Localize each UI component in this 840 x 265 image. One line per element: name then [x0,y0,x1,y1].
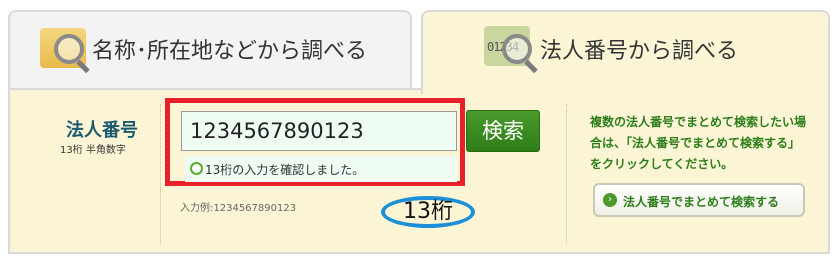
arrow-circle-icon: › [603,193,617,207]
bulk-search-description: 複数の法人番号でまとめて検索したい場合は、「法人番号でまとめて検索する」をクリッ… [590,115,807,171]
input-example: 入力例:1234567890123 [180,203,297,214]
tab-corporate-number-label: 法人番号から調べる [540,39,739,64]
divider-left [160,104,161,244]
field-label: 法人番号 [66,120,138,141]
bulk-search-label: 法人番号でまとめて検索する [623,195,780,209]
corporate-number-input[interactable] [181,111,457,151]
divider-right [566,104,567,244]
bulk-search-button[interactable]: › 法人番号でまとめて検索する [593,183,805,217]
panel-top-border [8,88,423,90]
annotation-text: 13桁 [403,199,453,224]
check-circle-icon [190,162,203,175]
confirm-message: 13桁の入力を確認しました。 [205,163,365,177]
search-button[interactable]: 検索 [466,110,540,152]
tab-name-address-label: 名称･所在地などから調べる [92,39,368,64]
field-sublabel: 13桁 半角数字 [60,145,126,156]
